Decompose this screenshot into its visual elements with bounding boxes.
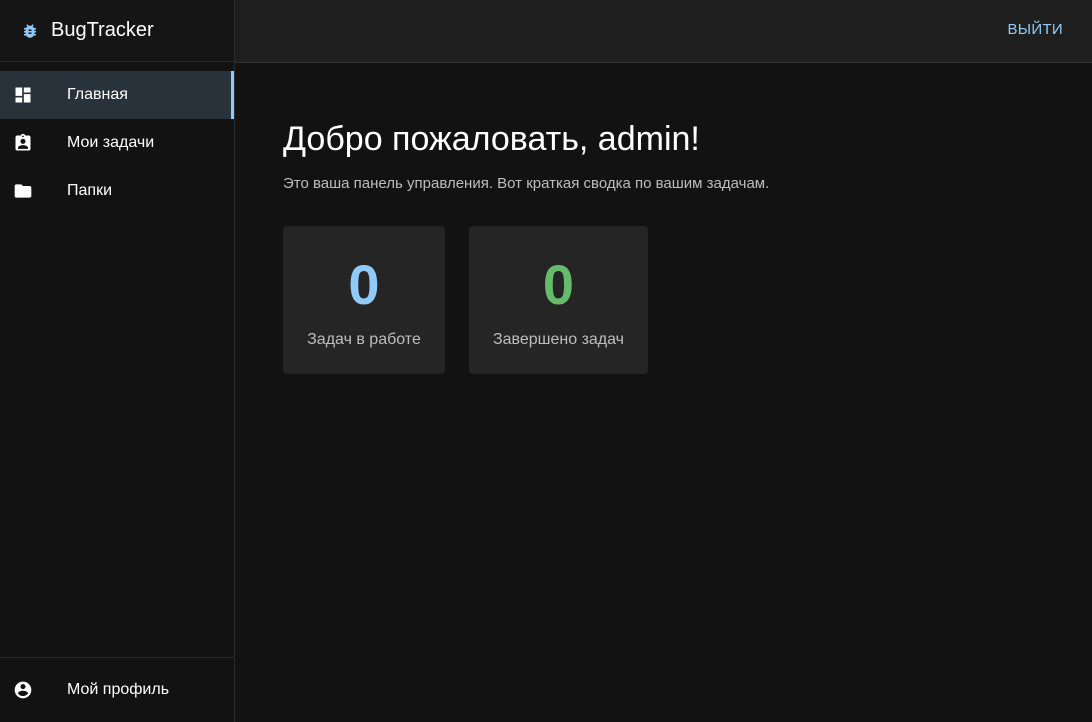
stat-value: 0 [348, 253, 380, 316]
stats-row: 0 Задач в работе 0 Завершено задач [283, 226, 769, 374]
logout-button[interactable]: ВЫЙТИ [1007, 21, 1063, 38]
dashboard-icon [13, 85, 33, 105]
sidebar-item-folders[interactable]: Папки [0, 167, 234, 215]
assignment-icon [13, 133, 33, 153]
sidebar-item-home[interactable]: Главная [0, 71, 234, 119]
sidebar-item-profile[interactable]: Мой профиль [0, 657, 234, 722]
main-content: Добро пожаловать, admin! Это ваша панель… [283, 117, 769, 374]
sidebar: BugTracker Главная Мои задачи Папки Мой … [0, 0, 235, 722]
stat-label: Задач в работе [307, 331, 421, 348]
profile-label: Мой профиль [67, 681, 170, 698]
page-subtitle: Это ваша панель управления. Вот краткая … [283, 175, 770, 192]
stat-value: 0 [542, 253, 575, 316]
sidebar-item-my-tasks[interactable]: Мои задачи [0, 119, 234, 167]
sidebar-item-label: Мои задачи [67, 134, 155, 151]
top-app-bar: ВЫЙТИ [235, 0, 1092, 63]
folder-icon [13, 181, 33, 201]
stat-card-in-progress: 0 Задач в работе [283, 226, 445, 374]
sidebar-nav: Главная Мои задачи Папки [0, 62, 234, 215]
bug-icon [21, 22, 39, 40]
stat-card-completed: 0 Завершено задач [469, 226, 648, 374]
brand[interactable]: BugTracker [0, 0, 234, 62]
account-circle-icon [13, 680, 33, 700]
sidebar-item-label: Главная [67, 86, 128, 103]
app-title: BugTracker [51, 19, 154, 41]
page-title: Добро пожаловать, admin! [283, 120, 700, 158]
sidebar-item-label: Папки [67, 182, 112, 199]
stat-label: Завершено задач [492, 331, 625, 348]
